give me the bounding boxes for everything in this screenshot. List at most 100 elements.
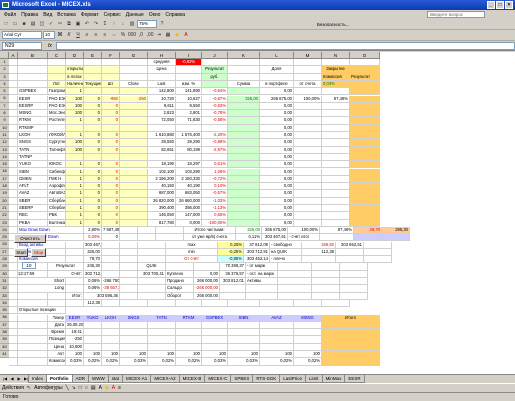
cell[interactable] [66,59,84,67]
tab-stat[interactable]: stat [107,375,124,383]
cell[interactable] [312,278,340,286]
cell[interactable]: 18,297 [176,161,202,169]
cell[interactable]: 0 [84,183,102,191]
cell[interactable] [9,292,18,300]
cell[interactable]: 0,02% [84,358,102,366]
cell[interactable] [48,124,66,132]
cell[interactable] [350,66,380,74]
cell[interactable]: 1 [66,183,84,191]
cell[interactable] [176,124,202,132]
tab-www[interactable]: WWW [88,375,109,383]
cell[interactable] [302,256,336,264]
cell[interactable] [228,299,260,308]
cell[interactable]: 112,38 [302,248,336,257]
row-header[interactable]: 9 [0,117,9,125]
cell[interactable]: 29,70 [354,226,382,235]
cell[interactable] [176,336,202,344]
cell[interactable] [322,175,350,184]
cell[interactable] [350,161,380,169]
cell[interactable]: 40,190 [176,183,202,191]
cell[interactable] [120,139,148,147]
cell[interactable]: -266 000,00 [194,285,220,293]
cell[interactable] [84,59,102,67]
cell[interactable] [148,153,176,162]
row-header[interactable]: 27 [0,249,9,257]
cell[interactable]: 0,00% [84,234,102,242]
cell[interactable]: 0 [84,205,102,213]
cell[interactable]: Время [48,329,66,337]
cell[interactable] [220,292,246,300]
cell[interactable] [340,263,368,271]
cell[interactable]: 0 [102,219,120,227]
cell[interactable] [138,292,166,300]
tab-index[interactable]: Index [28,375,48,383]
cell[interactable] [340,285,368,293]
cell[interactable]: - плечо [270,256,302,264]
cell[interactable] [322,336,380,344]
cell[interactable] [336,248,364,257]
cell[interactable] [18,73,48,81]
cell[interactable] [18,80,48,89]
cell[interactable]: - ост. на марж [246,270,278,278]
cell[interactable]: -0,63% [202,102,228,111]
cell[interactable]: открытые позиции [66,66,84,74]
cell[interactable] [148,299,176,308]
cell[interactable]: -0,25% [218,248,244,257]
cell[interactable]: 71,630 [176,117,202,125]
ticker-cell[interactable]: AVAZ [18,190,48,198]
ticker-cell[interactable]: PKBA [18,219,48,227]
cell[interactable] [350,95,380,103]
row-header[interactable]: 14 [0,154,9,162]
cell[interactable] [278,263,312,271]
cell[interactable]: 100 [120,351,148,359]
wordart-icon[interactable]: A [99,385,102,391]
cell[interactable]: 0,00 [260,190,294,198]
cell[interactable] [322,219,350,227]
cell[interactable]: Комиссия [322,73,350,81]
cell[interactable] [382,234,410,242]
tab-spbex[interactable]: SPBEX [230,375,254,383]
decimal-dec-icon[interactable]: ,00 [146,31,154,39]
cell[interactable]: AVAZ [260,314,294,322]
cell[interactable] [294,212,322,220]
cell[interactable] [84,124,102,132]
cell[interactable]: 100 [66,95,84,103]
row-header[interactable]: 29 [0,263,9,271]
cell[interactable]: 0,06% [84,278,102,286]
row-header[interactable]: 10 [0,125,9,132]
cell[interactable]: 0 [84,212,102,220]
cell[interactable] [102,299,120,308]
cell[interactable]: 159,50 [302,241,336,249]
sort-desc-icon[interactable]: ↓ [119,20,127,28]
start-button[interactable]: Start [14,248,28,257]
column-header[interactable]: H [148,52,176,58]
cell[interactable]: -2,97% [202,146,228,154]
draw-fill-icon[interactable]: ◆ [105,385,109,391]
cell[interactable]: Закрытие [322,66,350,74]
cell[interactable] [138,234,156,242]
formula-input[interactable] [55,42,515,50]
cell[interactable] [18,329,48,337]
cell[interactable] [9,161,18,169]
cell[interactable]: - свободно [270,241,302,249]
row-header[interactable]: 21 [0,205,9,213]
row-header[interactable]: 2 [0,66,9,74]
cell[interactable] [228,88,260,96]
cell[interactable] [9,212,18,220]
cell[interactable]: 1 [66,168,84,176]
cell[interactable] [202,343,228,351]
cell[interactable]: Продано [166,278,194,286]
ticker-cell[interactable]: SIBN [18,168,48,176]
tab-next-icon[interactable]: ▶ [16,376,22,382]
menu-tools[interactable]: Сервис [104,12,121,18]
ticker-cell[interactable]: GMKN [18,175,48,184]
cell[interactable] [228,197,260,205]
cell[interactable]: 0,00 [260,139,294,147]
cell[interactable]: Результат [202,66,228,74]
cell[interactable]: АвтоВАЗ [48,190,66,198]
cell[interactable] [156,234,184,242]
cell[interactable] [48,299,66,308]
cell[interactable] [9,285,18,293]
cell[interactable]: 19:41 [66,329,84,337]
cell[interactable] [66,256,84,264]
